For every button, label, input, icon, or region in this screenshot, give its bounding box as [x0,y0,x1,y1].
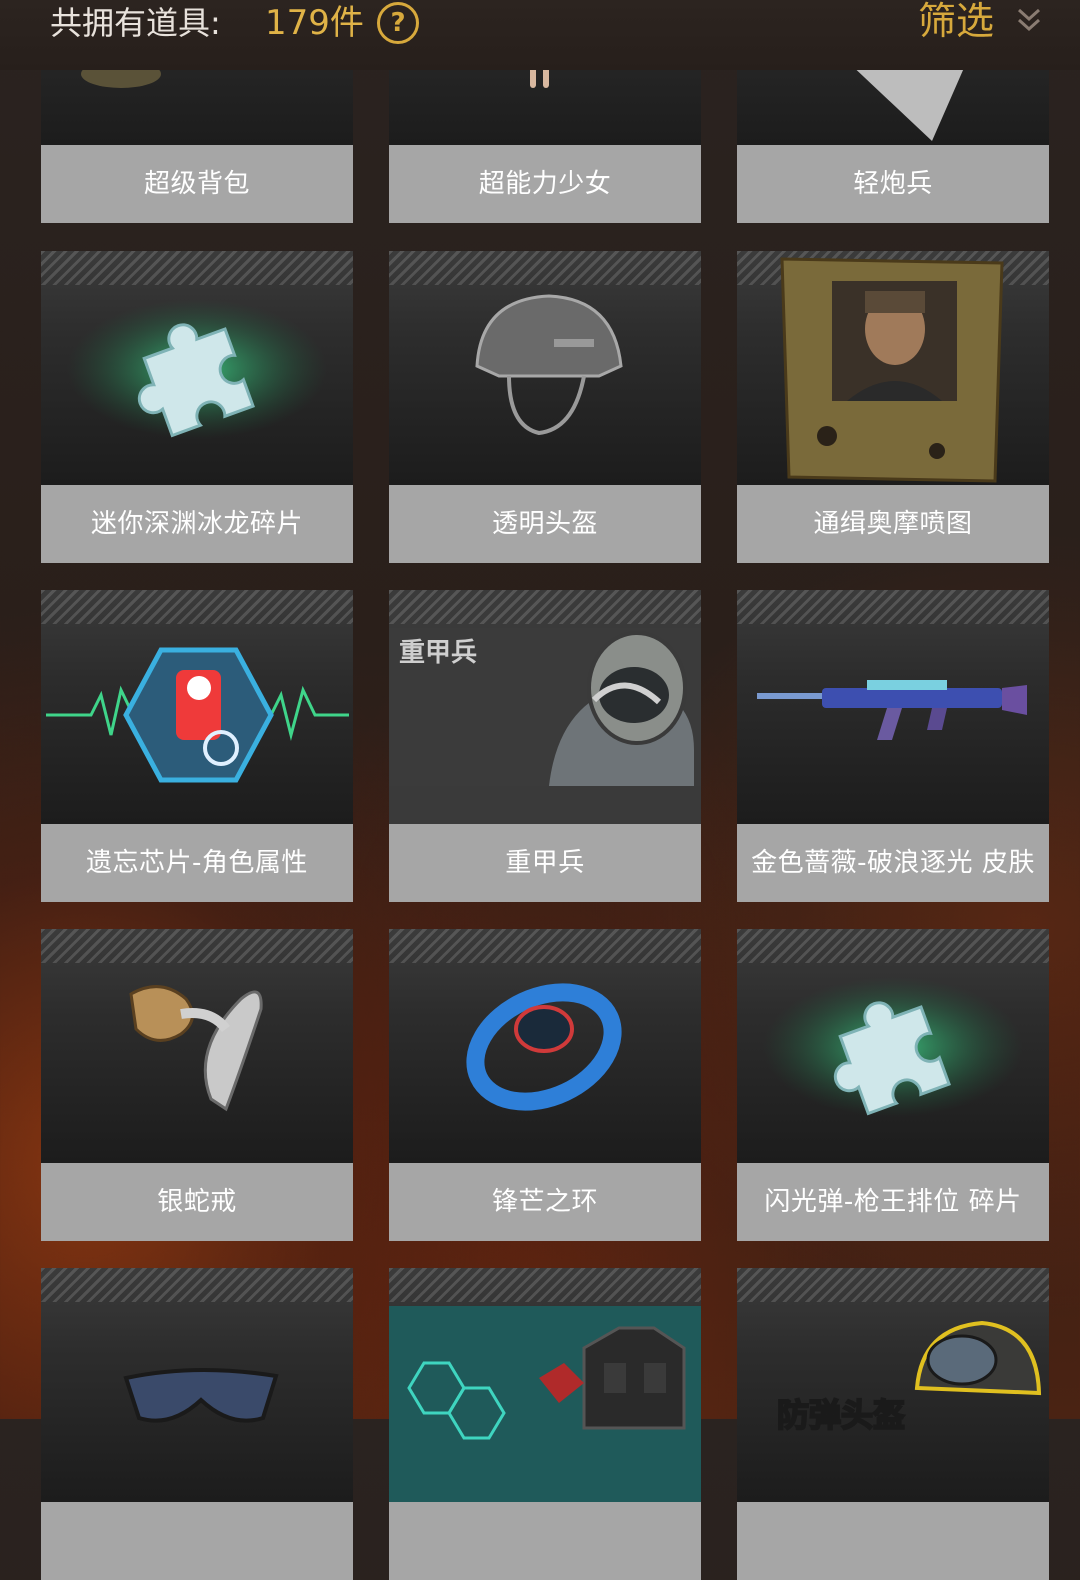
puzzle-piece-icon [67,299,327,439]
filter-button[interactable]: 筛选 [918,0,994,44]
ring-icon [466,983,622,1111]
item-name [389,1502,701,1580]
item-name: 超级背包 [41,145,353,223]
item-name: 超能力少女 [389,145,701,223]
rifle-icon [757,680,1027,740]
item-image [737,590,1049,824]
snake-ring-icon [129,985,263,1112]
item-card[interactable]: 遗忘芯片-角色属性 [41,590,353,902]
item-card[interactable] [41,1268,353,1580]
item-card[interactable]: 迷你深渊冰龙碎片 [41,251,353,563]
item-name: 金色蔷薇-破浪逐光 皮肤 [737,824,1049,902]
header-bar: 共拥有道具: 179件 ? 筛选 [0,0,1080,70]
item-name: 遗忘芯片-角色属性 [41,824,353,902]
item-name: 透明头盔 [389,485,701,563]
vest-icon [389,1306,701,1502]
goggles-icon [123,1367,279,1423]
item-name [737,1502,1049,1580]
item-name: 锋芒之环 [389,1163,701,1241]
item-name [41,1502,353,1580]
item-name: 银蛇戒 [41,1163,353,1241]
item-image [389,929,701,1163]
item-image [389,1268,701,1502]
double-chevron-down-icon[interactable] [1014,4,1044,38]
item-image [41,251,353,485]
item-image [41,1268,353,1502]
item-card[interactable]: 闪光弹-枪王排位 碎片 [737,929,1049,1241]
item-name: 通缉奥摩喷图 [737,485,1049,563]
question-circle-icon[interactable]: ? [377,2,419,44]
puzzle-piece-icon [763,977,1023,1117]
item-image [389,251,701,485]
item-card[interactable]: 防弹头盔 [737,1268,1049,1580]
item-grid: 超级背包 超能力少女 轻炮兵 迷你深渊冰龙碎片 透明头盔 通缉奥摩喷图 遗忘芯片… [0,0,1080,1580]
item-image [737,929,1049,1163]
item-card[interactable] [389,1268,701,1580]
heavy-armor-icon [389,628,701,786]
item-card[interactable]: 重甲兵 重甲兵 [389,590,701,902]
bulletproof-helmet-icon [914,1320,1042,1396]
item-image-caption: 重甲兵 [399,638,478,668]
helmet-icon [475,294,623,436]
item-card[interactable]: 锋芒之环 [389,929,701,1241]
item-card[interactable]: 金色蔷薇-破浪逐光 皮肤 [737,590,1049,902]
item-image [737,251,1049,485]
item-name: 迷你深渊冰龙碎片 [41,485,353,563]
item-name: 轻炮兵 [737,145,1049,223]
item-image: 重甲兵 [389,590,701,824]
items-owned-count: 179件 [265,3,364,43]
item-image-caption: 防弹头盔 [776,1395,906,1435]
wanted-poster-icon [780,257,1004,483]
item-name: 闪光弹-枪王排位 碎片 [737,1163,1049,1241]
item-card[interactable]: 银蛇戒 [41,929,353,1241]
items-owned-label: 共拥有道具: [50,4,221,42]
item-card[interactable]: 通缉奥摩喷图 [737,251,1049,563]
item-name: 重甲兵 [389,824,701,902]
item-image [41,590,353,824]
item-card[interactable]: 透明头盔 [389,251,701,563]
item-image: 防弹头盔 [737,1268,1049,1502]
chip-icon [46,647,349,783]
item-image [41,929,353,1163]
